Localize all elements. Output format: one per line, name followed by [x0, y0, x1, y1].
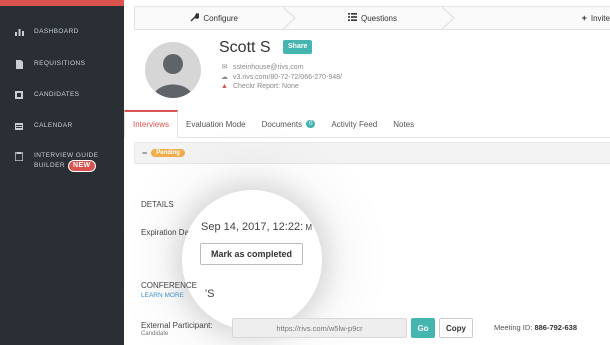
details-heading: DETAILS — [141, 200, 174, 209]
copy-button[interactable]: Copy — [439, 318, 473, 338]
tab-label: Evaluation Mode — [186, 119, 246, 129]
expiration-date: Sep 14, 2017, 12:22: — [201, 221, 304, 233]
tab-label: Notes — [393, 119, 415, 129]
new-badge: NEW — [67, 160, 96, 172]
sidebar-item-label: CANDIDATES — [34, 91, 80, 98]
document-icon — [14, 60, 24, 71]
calendar-icon — [14, 122, 24, 132]
warning-icon: ▲ — [221, 83, 228, 90]
tab-notes[interactable]: Notes — [385, 110, 422, 138]
candidate-name: Scott S — [219, 39, 271, 56]
expiration-label: Expiration Dat — [141, 228, 192, 237]
sidebar-item-label: INTERVIEW GUIDE BUILDER NEW — [34, 152, 98, 172]
clipboard-icon — [14, 152, 24, 163]
documents-count-badge: 0 — [306, 120, 316, 128]
tab-label: Interviews — [133, 120, 170, 129]
cloud-icon: ☁ — [221, 74, 228, 81]
sidebar-item-label: REQUISITIONS — [34, 60, 86, 67]
wizard-steps: Configure Questions + Invite — [134, 6, 610, 30]
step-label: Questions — [360, 13, 397, 23]
tab-activity-feed[interactable]: Activity Feed — [323, 110, 385, 138]
interview-status-row: − Pending — [134, 142, 610, 164]
candidate-header: Scott S Share ✉ ssteinhouse@rivs.com ☁ v… — [124, 30, 610, 110]
app-root: DASHBOARD REQUISITIONS CANDIDATES CALEND… — [0, 0, 610, 345]
step-invite[interactable]: + Invite — [452, 7, 610, 29]
conference-heading: CONFERENCE — [141, 281, 198, 290]
tab-label: Activity Feed — [331, 119, 378, 129]
meeting-id-label: Meeting ID: — [494, 323, 533, 332]
learn-more-link[interactable]: LEARN MORE — [141, 292, 184, 299]
tab-interviews[interactable]: Interviews — [124, 110, 179, 138]
collapse-icon[interactable]: − — [142, 148, 147, 158]
sidebar-item-interview-guide-builder[interactable]: INTERVIEW GUIDE BUILDER NEW — [0, 152, 124, 172]
conference-fragment: 'S — [205, 288, 215, 300]
mark-as-completed-button[interactable]: Mark as completed — [200, 243, 303, 265]
go-button[interactable]: Go — [411, 318, 435, 338]
sidebar-item-requisitions[interactable]: REQUISITIONS — [0, 60, 124, 71]
expiration-value: Sep 14, 2017, 12:22: M — [201, 221, 312, 233]
profile-tabs: Interviews Evaluation Mode Documents 0 A… — [124, 110, 610, 138]
sidebar-item-label-line2: BUILDER — [34, 162, 65, 169]
meeting-id-row: Meeting ID: 886-792-638 — [494, 323, 577, 332]
status-badge: Pending — [151, 149, 185, 157]
sidebar-item-label-line1: INTERVIEW GUIDE — [34, 152, 99, 159]
envelope-icon: ✉ — [221, 64, 228, 71]
step-questions[interactable]: Questions — [293, 7, 455, 29]
step-label: Invite — [590, 13, 610, 23]
sidebar-item-candidates[interactable]: CANDIDATES — [0, 91, 124, 101]
sidebar: DASHBOARD REQUISITIONS CANDIDATES CALEND… — [0, 0, 124, 345]
checkr-row: ▲ Checkr Report: None — [220, 83, 299, 90]
tab-label: Documents — [261, 119, 303, 129]
bar-chart-icon — [14, 28, 24, 38]
checkr-report: Checkr Report: None — [233, 83, 299, 90]
sidebar-item-label: CALENDAR — [34, 122, 73, 129]
sidebar-accent-bar — [0, 0, 124, 6]
list-icon — [347, 13, 357, 23]
sidebar-item-calendar[interactable]: CALENDAR — [0, 122, 124, 132]
user-silhouette-icon — [153, 54, 193, 98]
sidebar-item-label: DASHBOARD — [34, 28, 79, 35]
step-configure[interactable]: Configure — [135, 7, 297, 29]
sidebar-item-dashboard[interactable]: DASHBOARD — [0, 28, 124, 38]
external-participant-label: External Participant: — [141, 321, 213, 330]
step-label: Configure — [203, 13, 238, 23]
candidate-link-row: ☁ v3.rivs.com/80-72-72/066-270-948/ — [220, 73, 342, 82]
avatar — [145, 42, 201, 98]
external-participant-sublabel: Candidate — [141, 331, 169, 337]
id-card-icon — [14, 91, 24, 101]
candidate-email-row: ✉ ssteinhouse@rivs.com — [220, 63, 304, 72]
tab-documents[interactable]: Documents 0 — [254, 110, 324, 138]
candidate-link[interactable]: v3.rivs.com/80-72-72/066-270-948/ — [233, 74, 342, 81]
tab-evaluation-mode[interactable]: Evaluation Mode — [178, 110, 254, 138]
share-button[interactable]: Share — [283, 40, 313, 54]
plus-icon: + — [581, 13, 587, 23]
candidate-email[interactable]: ssteinhouse@rivs.com — [233, 64, 304, 71]
meeting-id: 886-792-638 — [534, 323, 577, 332]
wrench-icon — [190, 11, 201, 24]
expiration-tail: M — [305, 223, 313, 232]
meeting-url-field[interactable]: https://rivs.com/w5lw-p9cr — [232, 318, 407, 338]
